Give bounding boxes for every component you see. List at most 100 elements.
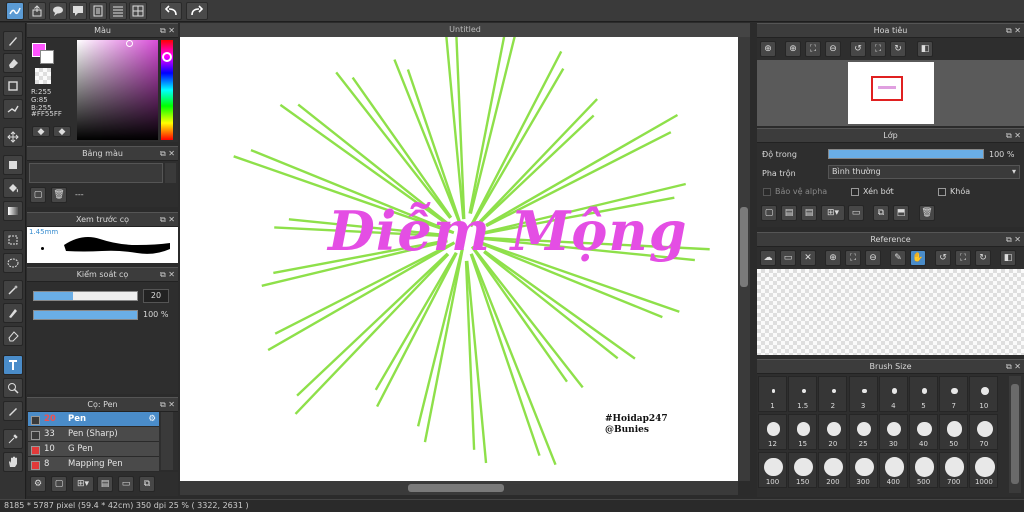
brush-size-value[interactable]: 20 <box>143 289 169 303</box>
brush-folder-icon[interactable]: ▭ <box>118 476 134 492</box>
divide-tool-icon[interactable] <box>3 378 23 398</box>
brush-size-preset[interactable]: 1000 <box>969 452 999 488</box>
reference-fit-icon[interactable]: ⛶ <box>845 250 861 266</box>
eyedropper-tool-icon[interactable] <box>3 429 23 449</box>
saturation-value-picker[interactable] <box>77 40 158 140</box>
swap-color-icon[interactable]: ◆ <box>32 126 50 137</box>
select-pen-tool-icon[interactable] <box>3 303 23 323</box>
bucket-tool-icon[interactable] <box>3 178 23 198</box>
add-layer-menu-icon[interactable]: ⊞▾ <box>821 205 845 221</box>
list-icon[interactable] <box>109 2 127 20</box>
panel-controls-icon[interactable]: ⧉ ✕ <box>160 147 175 161</box>
brush-size-preset[interactable]: 12 <box>758 414 787 450</box>
delete-palette-icon[interactable]: 🗑 <box>51 187 67 203</box>
brush-list-item[interactable]: 20 Pen ⚙ <box>28 412 159 427</box>
brush-size-slider[interactable] <box>33 291 138 301</box>
lock-checkbox[interactable] <box>938 188 946 196</box>
duplicate-brush-icon[interactable]: ⧉ <box>139 476 155 492</box>
stabilizer-icon[interactable] <box>6 2 24 20</box>
duplicate-layer-icon[interactable]: ⧉ <box>873 205 889 221</box>
horizontal-scroll-thumb[interactable] <box>408 484 504 492</box>
canvas-horizontal-scrollbar[interactable] <box>180 481 738 495</box>
comment-icon[interactable] <box>69 2 87 20</box>
reference-hand-icon[interactable]: ✋ <box>910 250 926 266</box>
canvas-tab[interactable]: Untitled <box>180 23 750 37</box>
hand-tool-icon[interactable] <box>3 452 23 472</box>
palette-scrollbar[interactable] <box>165 163 176 183</box>
brush-list-item[interactable]: 33 Pen (Sharp) <box>28 427 159 442</box>
sv-cursor[interactable] <box>126 40 133 47</box>
brush-size-preset[interactable]: 15 <box>788 414 818 450</box>
brush-properties-icon[interactable]: ▤ <box>97 476 113 492</box>
magic-wand-tool-icon[interactable] <box>3 280 23 300</box>
reference-flip-icon[interactable]: ◧ <box>1000 250 1016 266</box>
rotate-left-icon[interactable]: ↺ <box>850 41 866 57</box>
brush-size-scrollbar[interactable] <box>1009 376 1021 493</box>
transparent-color-swatch[interactable] <box>35 68 51 84</box>
brush-size-preset[interactable]: 1.5 <box>788 376 818 412</box>
lasso-tool-icon[interactable] <box>3 253 23 273</box>
new-layer-icon[interactable]: ▢ <box>761 205 777 221</box>
select-rect-tool-icon[interactable] <box>3 230 23 250</box>
hue-slider[interactable] <box>161 40 173 140</box>
add-brush-menu-icon[interactable]: ⊞▾ <box>72 476 94 492</box>
navigator-preview-area[interactable] <box>757 60 1024 126</box>
canvas-vertical-scrollbar[interactable] <box>738 37 750 481</box>
redo-icon[interactable] <box>186 2 208 20</box>
reference-rotate-left-icon[interactable]: ↺ <box>935 250 951 266</box>
reference-cloud-icon[interactable]: ☁ <box>760 250 776 266</box>
shape-tool-icon[interactable] <box>3 76 23 96</box>
gear-icon[interactable]: ⚙ <box>148 412 156 427</box>
clipping-checkbox[interactable] <box>851 188 859 196</box>
panel-controls-icon[interactable]: ⧉ ✕ <box>160 268 175 282</box>
panel-controls-icon[interactable]: ⧉ ✕ <box>1006 233 1021 247</box>
brush-size-preset[interactable]: 40 <box>909 414 938 450</box>
brush-size-preset[interactable]: 200 <box>818 452 848 488</box>
hue-cursor[interactable] <box>162 52 172 62</box>
gradient-tool-icon[interactable] <box>3 201 23 221</box>
layer-opacity-slider[interactable] <box>828 149 984 159</box>
pen-sub-tool-icon[interactable] <box>3 401 23 421</box>
brush-size-preset[interactable]: 400 <box>878 452 908 488</box>
flip-icon[interactable]: ◧ <box>917 41 933 57</box>
background-color-swatch[interactable] <box>40 50 54 64</box>
undo-icon[interactable] <box>160 2 182 20</box>
document-icon[interactable] <box>89 2 107 20</box>
panel-controls-icon[interactable]: ⧉ ✕ <box>160 398 175 412</box>
panel-controls-icon[interactable]: ⧉ ✕ <box>1006 129 1021 143</box>
reset-view-icon[interactable]: ⛶ <box>870 41 886 57</box>
line-tool-icon[interactable] <box>3 99 23 119</box>
brush-size-preset[interactable]: 10 <box>969 376 999 412</box>
brush-size-preset[interactable]: 25 <box>848 414 878 450</box>
grid-check-icon[interactable] <box>129 2 147 20</box>
move-tool-icon[interactable] <box>3 127 23 147</box>
brush-opacity-slider[interactable] <box>33 310 138 320</box>
brush-size-scroll-thumb[interactable] <box>1011 384 1019 484</box>
eraser-tool-icon[interactable] <box>3 53 23 73</box>
brush-size-preset[interactable]: 2 <box>818 376 848 412</box>
brush-size-preset[interactable]: 7 <box>939 376 969 412</box>
panel-controls-icon[interactable]: ⧉ ✕ <box>160 24 175 38</box>
brush-tool-icon[interactable] <box>3 31 23 51</box>
protect-alpha-checkbox[interactable] <box>763 188 771 196</box>
brush-size-preset[interactable]: 100 <box>758 452 787 488</box>
brush-size-preset[interactable]: 30 <box>878 414 908 450</box>
panel-controls-icon[interactable]: ⧉ ✕ <box>1006 24 1021 38</box>
brush-size-preset[interactable]: 700 <box>939 452 969 488</box>
color-option-icon[interactable]: ◆ <box>53 126 71 137</box>
layer-folder-icon[interactable]: ▭ <box>848 205 864 221</box>
fill-rect-tool-icon[interactable] <box>3 155 23 175</box>
export-icon[interactable] <box>28 2 46 20</box>
brush-size-preset[interactable]: 20 <box>818 414 848 450</box>
brush-size-preset[interactable]: 3 <box>848 376 878 412</box>
reference-eyedropper-icon[interactable]: ✎ <box>890 250 906 266</box>
reference-open-icon[interactable]: ▭ <box>780 250 796 266</box>
text-tool-icon[interactable] <box>3 355 23 375</box>
blend-mode-select[interactable]: Bình thường ▾ <box>828 165 1020 179</box>
merge-layer-icon[interactable]: ⬒ <box>893 205 909 221</box>
zoom-fit-icon[interactable]: ⊕ <box>760 41 776 57</box>
brush-size-preset[interactable]: 300 <box>848 452 878 488</box>
reference-zoom-out-icon[interactable]: ⊖ <box>865 250 881 266</box>
brush-size-preset[interactable]: 70 <box>969 414 999 450</box>
zoom-in-icon[interactable]: ⊕ <box>785 41 801 57</box>
